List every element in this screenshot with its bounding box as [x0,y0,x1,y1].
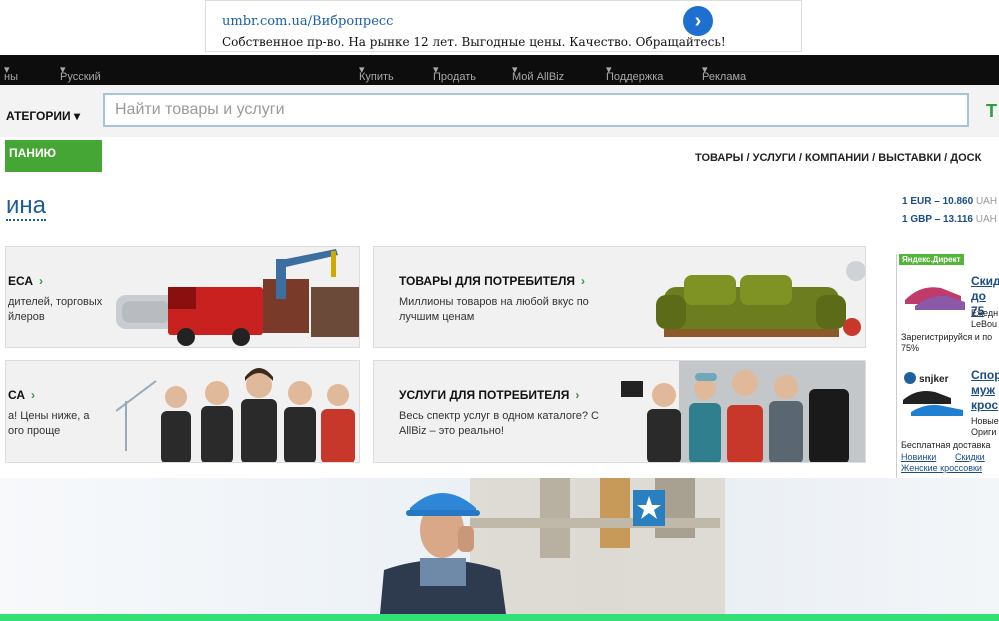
currency-gbp: 1 GBP – 13.116 UAH [902,214,997,225]
chevron-right-icon[interactable]: › [683,6,713,36]
card-title[interactable]: УСЛУГИ ДЛЯ ПОТРЕБИТЕЛЯ › [399,388,579,402]
hero-image [380,478,725,614]
ad2-link-sale[interactable]: Скидки [955,452,985,462]
card-title[interactable]: ЕСА › [8,274,43,288]
nav-item-language[interactable]: Русский ▾ [60,63,101,83]
yandex-direct-ads: Яндекс.Директ Скид до 75 Ежедн LeBou Зар… [896,254,999,478]
ad1-line4: 75% [901,343,920,353]
page-title[interactable]: ина [6,193,47,221]
nav-item-buy[interactable]: Купить ▾ [359,63,394,83]
card-desc: Миллионы товаров на любой вкус по лучшим… [399,296,589,323]
search-right-label: Т [986,101,997,121]
business-people-image [116,368,355,462]
card-desc: Весь спектр услуг в одном каталоге? С Al… [399,410,599,437]
card-desc: дителей, торговых йлеров [8,296,103,323]
sofa-image [656,261,865,337]
ad2-line1: Новые [971,416,999,426]
sneakers-image[interactable] [901,274,967,312]
search-bar: АТЕГОРИИ ▾ Т [0,85,999,137]
add-company-button[interactable]: ПАНИЮ [5,140,102,172]
nav-item-my-allbiz[interactable]: Мой AllBiz ▾ [512,63,564,83]
bottom-accent-bar [0,614,999,621]
ad1-line3: Зарегистрируйся и по [901,332,993,342]
currency-rates: 1 EUR – 10.860 UAH 1 GBP – 13.116 UAH [896,189,999,239]
main-section-links[interactable]: ТОВАРЫ / УСЛУГИ / КОМПАНИИ / ВЫСТАВКИ / … [695,152,981,164]
card-title[interactable]: СА › [8,388,35,402]
currency-eur: 1 EUR – 10.860 UAH [902,196,998,207]
truck-industry-image [116,249,359,346]
nav-item-left-0[interactable]: ны ▾ [4,63,18,83]
ad-url[interactable]: umbr.com.ua/Вибропресс [222,14,393,29]
card-desc: а! Цены ниже, а ого проще [8,410,90,437]
hero-banner [0,478,999,614]
yandex-direct-badge: Яндекс.Директ [899,254,964,265]
category-card-consumer-goods[interactable]: ТОВАРЫ ДЛЯ ПОТРЕБИТЕЛЯ › Миллионы товаров… [373,246,866,348]
ad-banner[interactable]: umbr.com.ua/Вибропресс Собственное пр-во… [205,0,802,52]
card-title[interactable]: ТОВАРЫ ДЛЯ ПОТРЕБИТЕЛЯ › [399,274,585,288]
ad2-title[interactable]: Спор муж крос [971,368,999,413]
shoes-image[interactable] [901,370,967,416]
service-people-image [621,361,865,462]
ad2-line3: Бесплатная доставка [901,440,991,450]
ad2-link-new[interactable]: Новинки [901,452,936,462]
category-card-services-business[interactable]: СА › а! Цены ниже, а ого проще [5,360,360,463]
nav-item-advertising[interactable]: Реклама ▾ [702,63,746,83]
nav-item-support[interactable]: Поддержка ▾ [606,63,663,83]
categories-dropdown[interactable]: АТЕГОРИИ ▾ [6,109,80,123]
nav-item-sell[interactable]: Продать ▾ [433,63,476,83]
category-card-business[interactable]: ЕСА › дителей, торговых йлеров [5,246,360,348]
category-card-consumer-services[interactable]: УСЛУГИ ДЛЯ ПОТРЕБИТЕЛЯ › Весь спектр услу… [373,360,866,463]
ad2-link-women[interactable]: Женские кроссовки [901,463,982,473]
top-navigation: ны ▾ Русский ▾ Купить ▾ Продать ▾ Мой Al… [0,55,999,85]
ad1-line1: Ежедн [971,308,999,318]
ad-text: Собственное пр-во. На рынке 12 лет. Выго… [222,35,726,49]
search-input[interactable] [103,93,969,127]
ad1-line2: LeBou [971,319,998,329]
ad2-line2: Ориги [971,427,997,437]
